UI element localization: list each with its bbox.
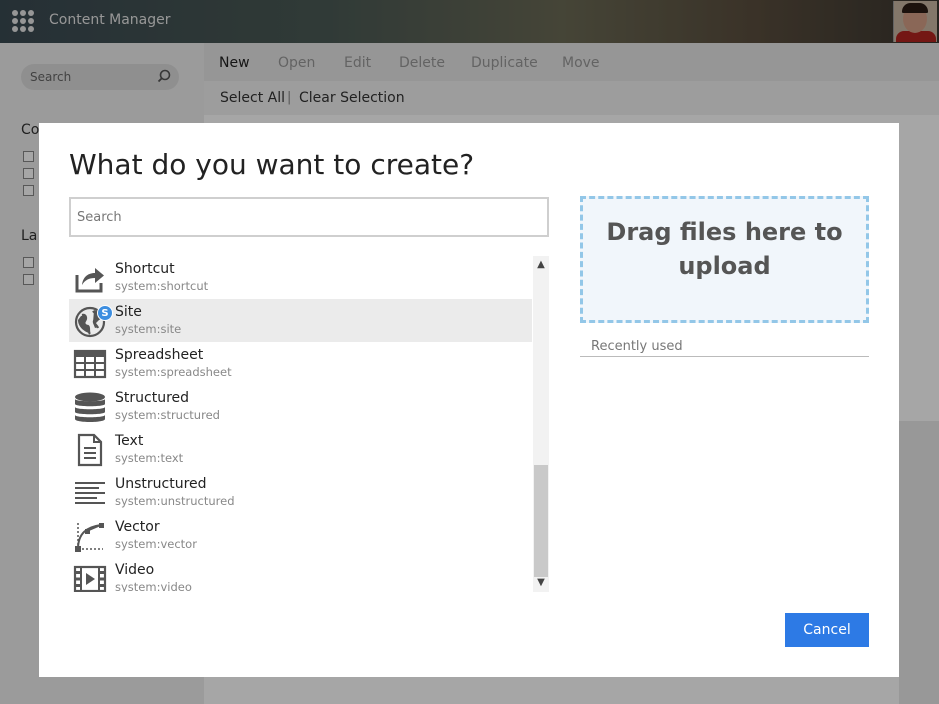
item-type: system:text: [115, 451, 184, 465]
item-type: system:shortcut: [115, 279, 209, 293]
item-name: Unstructured: [115, 476, 207, 492]
list-item-unstructured[interactable]: Unstructured system:unstructured: [69, 471, 532, 514]
item-type: system:video: [115, 580, 192, 592]
site-badge: S: [97, 305, 113, 321]
item-name: Text: [115, 433, 144, 449]
item-name: Spreadsheet: [115, 347, 204, 363]
list-item-vector[interactable]: Vector system:vector: [69, 514, 532, 557]
item-type: system:unstructured: [115, 494, 235, 508]
grid-table-icon: [73, 347, 107, 381]
globe-icon: S: [73, 304, 113, 338]
share-arrow-icon: [73, 261, 107, 295]
item-type: system:site: [115, 322, 182, 336]
film-strip-icon: [73, 562, 107, 592]
database-icon: [73, 390, 107, 424]
list-item-spreadsheet[interactable]: Spreadsheet system:spreadsheet: [69, 342, 532, 385]
cancel-button[interactable]: Cancel: [785, 613, 869, 647]
scrollbar-thumb[interactable]: [534, 465, 548, 577]
list-scrollbar[interactable]: ▲ ▼: [533, 256, 549, 592]
text-lines-icon: [73, 476, 107, 510]
item-name: Video: [115, 562, 155, 578]
item-type: system:structured: [115, 408, 220, 422]
dialog-title: What do you want to create?: [69, 148, 475, 181]
item-name: Shortcut: [115, 261, 175, 277]
create-dialog: What do you want to create? Shortcut sys…: [39, 123, 899, 677]
item-name: Structured: [115, 390, 190, 406]
dropzone-text: Drag files here to upload: [606, 218, 843, 280]
list-item-site[interactable]: S Site system:site: [69, 299, 532, 342]
document-icon: [73, 433, 107, 467]
list-item-text[interactable]: Text system:text: [69, 428, 532, 471]
list-item-structured[interactable]: Structured system:structured: [69, 385, 532, 428]
file-dropzone[interactable]: Drag files here to upload: [580, 196, 869, 323]
content-type-list: Shortcut system:shortcut S Site system:s…: [69, 256, 532, 592]
scroll-up-arrow-icon[interactable]: ▲: [533, 258, 549, 272]
dialog-search-input[interactable]: [71, 199, 547, 235]
item-type: system:vector: [115, 537, 197, 551]
item-type: system:spreadsheet: [115, 365, 232, 379]
recently-used-heading: Recently used: [580, 339, 869, 357]
vector-curve-icon: [73, 519, 107, 553]
item-name: Vector: [115, 519, 160, 535]
list-item-video[interactable]: Video system:video: [69, 557, 532, 592]
scroll-down-arrow-icon[interactable]: ▼: [533, 576, 549, 590]
dialog-search-field[interactable]: [69, 197, 549, 237]
item-name: Site: [115, 304, 142, 320]
list-item-shortcut[interactable]: Shortcut system:shortcut: [69, 256, 532, 299]
